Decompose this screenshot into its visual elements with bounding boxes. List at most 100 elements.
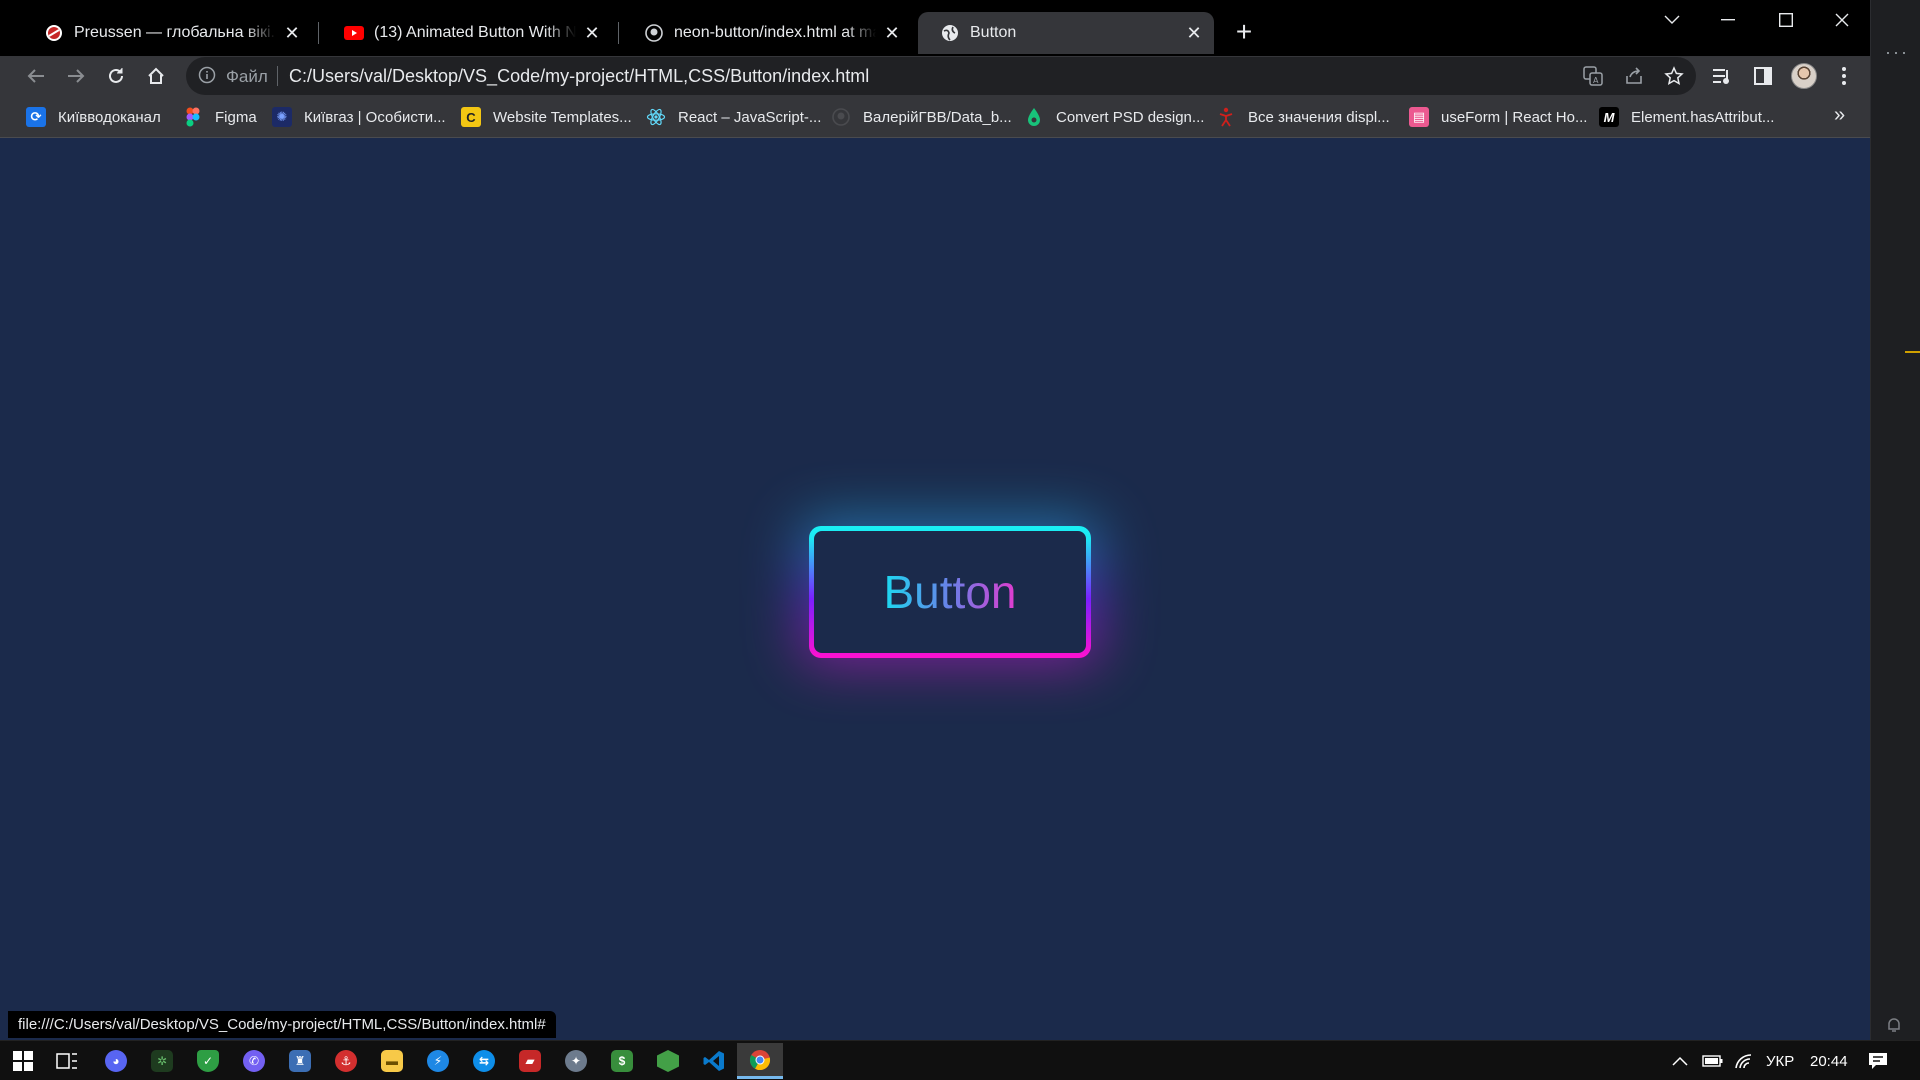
bookmark-react[interactable]: React – JavaScript-... <box>646 106 821 128</box>
taskbar-viber[interactable]: ✆ <box>231 1043 277 1079</box>
tab-github[interactable]: neon-button/index.html at main ✕ <box>622 12 912 54</box>
share-icon[interactable] <box>1623 65 1645 87</box>
url-text[interactable]: C:/Users/val/Desktop/VS_Code/my-project/… <box>289 66 869 87</box>
profile-avatar[interactable] <box>1791 63 1817 89</box>
back-button[interactable] <box>20 60 52 92</box>
castle-icon: ♜ <box>289 1050 311 1072</box>
close-window-button[interactable] <box>1814 0 1870 40</box>
windows-icon <box>13 1051 33 1071</box>
taskbar-shield[interactable]: ✓ <box>185 1043 231 1079</box>
taskbar-explorer[interactable]: ▬ <box>369 1043 415 1079</box>
taskbar-compass[interactable]: ✦ <box>553 1043 599 1079</box>
translate-icon[interactable]: A <box>1582 65 1604 87</box>
node-icon <box>657 1050 679 1072</box>
tab-search-button[interactable] <box>1644 0 1700 40</box>
bookmarks-overflow-button[interactable]: » <box>1834 104 1845 127</box>
react-icon <box>646 107 666 127</box>
wifi-icon <box>1735 1054 1752 1069</box>
tab-preussen[interactable]: Preussen — глобальна вікі. Warg ✕ <box>22 12 312 54</box>
task-view-button[interactable] <box>44 1043 90 1079</box>
taskbar-vscode[interactable] <box>691 1043 737 1079</box>
start-button[interactable] <box>0 1043 46 1079</box>
tab-animated-button[interactable]: (13) Animated Button With Neon ✕ <box>322 12 612 54</box>
taskbar-node[interactable] <box>645 1043 691 1079</box>
neon-button-container: Button <box>800 521 1100 663</box>
taskbar-lightning[interactable]: ⚡ <box>415 1043 461 1079</box>
taskbar-spider[interactable]: ✲ <box>139 1043 185 1079</box>
taskbar: ◕ ✲ ✓ ✆ ♜ ⚓ ▬ ⚡ ⇆ ▰ ✦ $ УКР 20:44 <box>0 1040 1920 1080</box>
youtube-icon <box>344 23 364 43</box>
taskbar-chrome[interactable] <box>737 1043 783 1079</box>
reading-list-icon[interactable] <box>1708 62 1736 90</box>
taskbar-castle[interactable]: ♜ <box>277 1043 323 1079</box>
side-panel-icon[interactable] <box>1749 62 1777 90</box>
tab-title: Button <box>970 24 1017 41</box>
neon-button-inner: Button <box>814 531 1086 653</box>
shield-icon: ✓ <box>197 1050 219 1072</box>
toolbar: Файл C:/Users/val/Desktop/VS_Code/my-pro… <box>0 56 1870 96</box>
bookmark-label: Все значения displ... <box>1248 108 1390 126</box>
status-bubble: file:///C:/Users/val/Desktop/VS_Code/my-… <box>8 1011 556 1038</box>
more-icon[interactable]: ··· <box>1885 42 1909 63</box>
address-bar[interactable]: Файл C:/Users/val/Desktop/VS_Code/my-pro… <box>186 57 1696 95</box>
taskbar-money[interactable]: $ <box>599 1043 645 1079</box>
folder-icon: ▬ <box>381 1050 403 1072</box>
clock[interactable]: 20:44 <box>1810 1041 1848 1080</box>
mdn-icon: M <box>1599 107 1619 127</box>
bookmark-website-templates[interactable]: C Website Templates... <box>461 106 632 128</box>
close-icon <box>1835 13 1849 27</box>
notification-bell-icon[interactable] <box>1885 1016 1903 1034</box>
close-icon[interactable]: ✕ <box>1184 23 1204 43</box>
bookmark-figma[interactable]: Figma <box>183 106 257 128</box>
info-icon[interactable] <box>198 66 218 86</box>
compass-icon: ✦ <box>565 1050 587 1072</box>
reload-button[interactable] <box>100 60 132 92</box>
taskbar-discord[interactable]: ◕ <box>93 1043 139 1079</box>
taskbar-book[interactable]: ▰ <box>507 1043 553 1079</box>
close-icon[interactable]: ✕ <box>582 23 602 43</box>
battery-indicator[interactable] <box>1702 1041 1724 1080</box>
close-icon[interactable]: ✕ <box>282 23 302 43</box>
spider-icon: ✲ <box>151 1050 173 1072</box>
chevron-down-icon <box>1664 15 1680 24</box>
new-tab-button[interactable]: + <box>1230 16 1258 47</box>
taskbar-teamviewer[interactable]: ⇆ <box>461 1043 507 1079</box>
home-button[interactable] <box>140 60 172 92</box>
tab-title: neon-button/index.html at main <box>674 24 876 41</box>
editor-side-panel: ··· <box>1870 0 1920 1040</box>
close-icon[interactable]: ✕ <box>882 23 902 43</box>
github-icon <box>831 107 851 127</box>
arrow-left-icon <box>27 69 44 83</box>
teamviewer-icon: ⇆ <box>473 1050 495 1072</box>
language-indicator[interactable]: УКР <box>1766 1041 1794 1080</box>
taskbar-warships[interactable]: ⚓ <box>323 1043 369 1079</box>
star-icon[interactable] <box>1663 65 1685 87</box>
maximize-button[interactable] <box>1758 0 1814 40</box>
tab-button-active[interactable]: Button ✕ <box>918 12 1214 54</box>
figma-icon <box>183 107 203 127</box>
bookmark-github-data[interactable]: ВалерійГВВ/Data_b... <box>831 106 1012 128</box>
bookmark-display-values[interactable]: Все значения displ... <box>1216 106 1390 128</box>
kyivgaz-icon: ✺ <box>272 107 292 127</box>
menu-kebab-icon[interactable] <box>1830 62 1858 90</box>
bookmark-label: Website Templates... <box>493 108 632 126</box>
figure-icon <box>1216 107 1236 127</box>
bookmark-mdn[interactable]: M Element.hasAttribut... <box>1599 106 1774 128</box>
bookmark-label: Convert PSD design... <box>1056 108 1205 126</box>
battery-icon <box>1702 1055 1723 1067</box>
tab-strip: Preussen — глобальна вікі. Warg ✕ (13) A… <box>0 0 1870 56</box>
bookmark-kyivgaz[interactable]: ✺ Київгаз | Особисти... <box>272 106 446 128</box>
neon-button[interactable]: Button <box>809 526 1091 658</box>
bookmark-useform[interactable]: ▤ useForm | React Ho... <box>1409 106 1587 128</box>
forward-button[interactable] <box>60 60 92 92</box>
page-viewport: Button <box>10 139 1870 1039</box>
svg-text:A: A <box>1593 76 1599 85</box>
bookmark-label: Figma <box>215 108 257 126</box>
tray-overflow-button[interactable] <box>1672 1041 1688 1080</box>
bookmark-convert-psd[interactable]: Convert PSD design... <box>1024 106 1204 128</box>
action-center-button[interactable] <box>1868 1041 1888 1080</box>
bookmark-kyivvodokanal[interactable]: ⟳ Київводоканал <box>26 106 161 128</box>
network-indicator[interactable] <box>1734 1041 1754 1080</box>
minimize-button[interactable] <box>1700 0 1756 40</box>
home-icon <box>148 67 164 84</box>
